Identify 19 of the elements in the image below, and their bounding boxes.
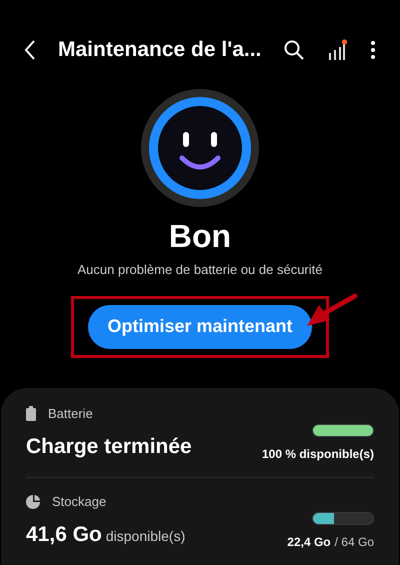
- reading-note: / 64 Go: [334, 534, 374, 550]
- optimize-button[interactable]: Optimiser maintenant: [88, 304, 312, 348]
- item-reading: 22,4 Go: [287, 534, 331, 550]
- item-value: 41,6 Go: [26, 522, 102, 548]
- item-label: Batterie: [48, 404, 93, 423]
- value-note: disponible(s): [106, 527, 186, 546]
- more-options-icon[interactable]: [370, 40, 376, 60]
- page-title: Maintenance de l'a...: [58, 37, 262, 64]
- status-title: Bon: [168, 217, 232, 256]
- search-icon[interactable]: [284, 40, 304, 60]
- signal-bars-icon[interactable]: [328, 39, 348, 61]
- battery-icon: [26, 406, 36, 421]
- smiley-icon: [140, 88, 260, 208]
- item-label: Stockage: [52, 492, 106, 511]
- item-value: Charge terminée: [26, 434, 192, 460]
- status-subtitle: Aucun problème de batterie ou de sécurité: [78, 261, 322, 279]
- pie-chart-icon: [26, 494, 40, 508]
- item-reading: 100 % disponible(s): [262, 446, 374, 462]
- back-icon[interactable]: [24, 40, 36, 60]
